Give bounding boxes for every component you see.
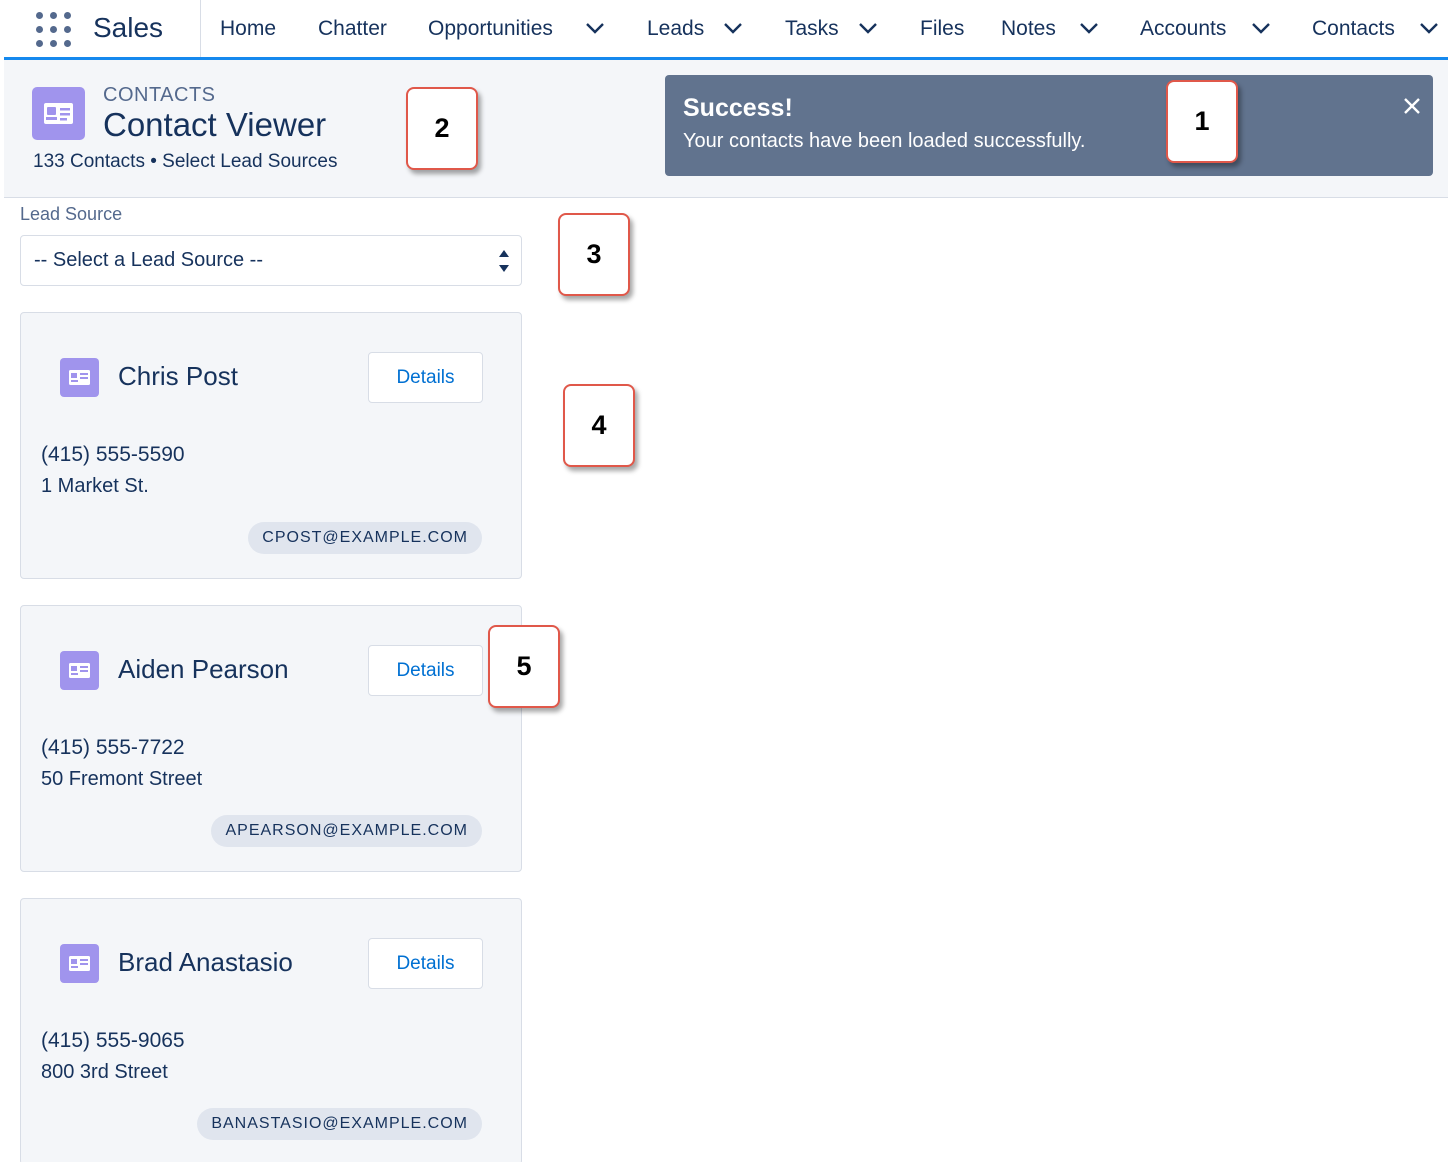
contact-email-badge: CPOST@EXAMPLE.COM bbox=[248, 522, 482, 554]
close-icon[interactable] bbox=[1401, 95, 1423, 117]
contact-address: 1 Market St. bbox=[41, 475, 149, 497]
global-nav: Sales Home Chatter Opportunities Leads T… bbox=[4, 0, 1448, 60]
lead-source-label: Lead Source bbox=[20, 204, 123, 224]
details-button[interactable]: Details bbox=[368, 645, 483, 696]
contact-card: Aiden Pearson Details (415) 555-7722 50 … bbox=[20, 605, 522, 872]
nav-item-home[interactable]: Home bbox=[220, 17, 276, 41]
nav-item-contacts[interactable]: Contacts bbox=[1312, 17, 1395, 41]
contact-card-icon bbox=[60, 651, 99, 690]
chevron-down-icon[interactable] bbox=[1418, 19, 1440, 37]
chevron-down-icon[interactable] bbox=[584, 19, 606, 37]
nav-item-tasks[interactable]: Tasks bbox=[785, 17, 839, 41]
contact-phone: (415) 555-5590 bbox=[41, 443, 185, 466]
callout-5: 5 bbox=[488, 625, 560, 708]
nav-item-opportunities[interactable]: Opportunities bbox=[428, 17, 553, 41]
contact-card-icon bbox=[32, 87, 85, 140]
select-arrows-icon bbox=[499, 250, 509, 272]
contact-email-badge: BANASTASIO@EXAMPLE.COM bbox=[197, 1108, 482, 1140]
contact-card: Brad Anastasio Details (415) 555-9065 80… bbox=[20, 898, 522, 1162]
nav-divider bbox=[200, 0, 201, 57]
details-button[interactable]: Details bbox=[368, 352, 483, 403]
contact-phone: (415) 555-7722 bbox=[41, 736, 185, 759]
contact-phone: (415) 555-9065 bbox=[41, 1029, 185, 1052]
details-button[interactable]: Details bbox=[368, 938, 483, 989]
select-value: -- Select a Lead Source -- bbox=[34, 249, 263, 271]
callout-2: 2 bbox=[406, 87, 478, 170]
contact-card-icon bbox=[60, 944, 99, 983]
callout-4: 4 bbox=[563, 384, 635, 467]
contact-card: Chris Post Details (415) 555-5590 1 Mark… bbox=[20, 312, 522, 579]
contact-email-badge: APEARSON@EXAMPLE.COM bbox=[211, 815, 482, 847]
toast-title: Success! bbox=[683, 94, 793, 122]
contact-card-icon bbox=[60, 358, 99, 397]
contact-address: 800 3rd Street bbox=[41, 1061, 168, 1083]
contact-address: 50 Fremont Street bbox=[41, 768, 203, 790]
contact-name: Aiden Pearson bbox=[118, 654, 289, 684]
nav-item-notes[interactable]: Notes bbox=[1001, 17, 1056, 41]
chevron-down-icon[interactable] bbox=[1078, 19, 1100, 37]
nav-item-files[interactable]: Files bbox=[920, 17, 964, 41]
contact-name: Chris Post bbox=[118, 361, 238, 391]
nav-item-leads[interactable]: Leads bbox=[647, 17, 704, 41]
lead-source-select[interactable]: -- Select a Lead Source -- bbox=[20, 235, 522, 286]
toast-message: Your contacts have been loaded successfu… bbox=[683, 130, 1086, 152]
callout-1: 1 bbox=[1166, 80, 1238, 163]
record-count: 133 Contacts • Select Lead Sources bbox=[33, 151, 338, 172]
chevron-down-icon[interactable] bbox=[722, 19, 744, 37]
app-name: Sales bbox=[93, 12, 164, 43]
chevron-down-icon[interactable] bbox=[1250, 19, 1272, 37]
nav-item-chatter[interactable]: Chatter bbox=[318, 17, 387, 41]
page-title: Contact Viewer bbox=[103, 106, 327, 143]
success-toast: Success! Your contacts have been loaded … bbox=[665, 75, 1433, 176]
chevron-down-icon[interactable] bbox=[857, 19, 879, 37]
nav-item-accounts[interactable]: Accounts bbox=[1140, 17, 1226, 41]
contact-name: Brad Anastasio bbox=[118, 947, 293, 977]
app-launcher-icon[interactable] bbox=[36, 12, 72, 48]
object-type-label: CONTACTS bbox=[103, 84, 216, 106]
callout-3: 3 bbox=[558, 213, 630, 296]
